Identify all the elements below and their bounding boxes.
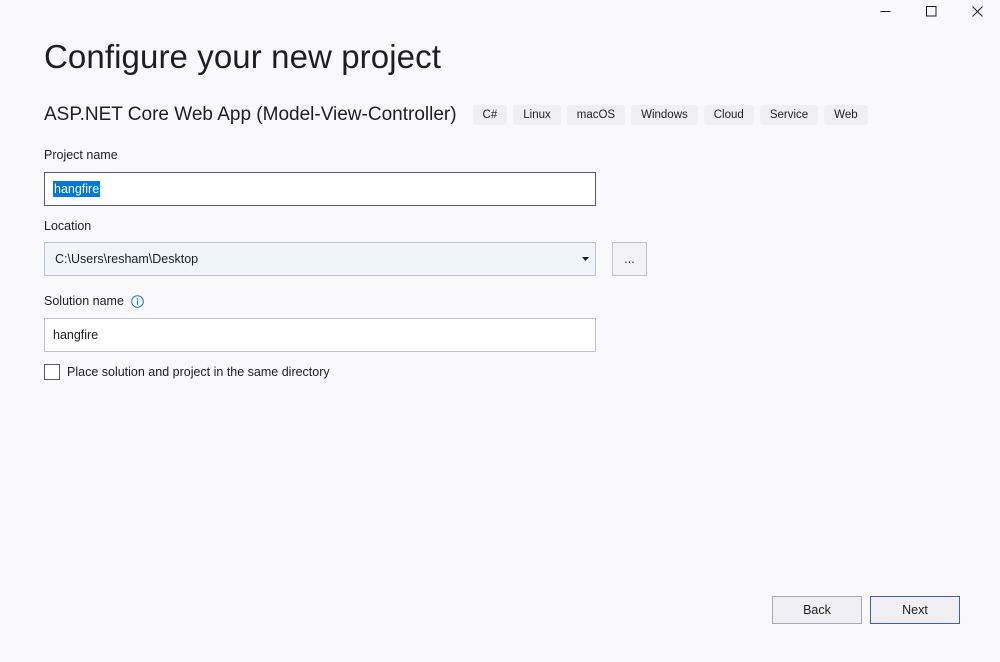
tag-csharp: C# xyxy=(472,105,508,125)
template-header: ASP.NET Core Web App (Model-View-Control… xyxy=(44,104,868,126)
configure-project-window: Configure your new project ASP.NET Core … xyxy=(0,0,1000,662)
back-button[interactable]: Back xyxy=(772,596,862,624)
window-controls xyxy=(862,0,1000,22)
browse-button[interactable]: ... xyxy=(612,242,647,276)
location-combobox[interactable]: C:\Users\resham\Desktop xyxy=(44,242,596,276)
minimize-button[interactable] xyxy=(862,0,908,22)
location-value: C:\Users\resham\Desktop xyxy=(55,252,199,266)
location-label: Location xyxy=(44,219,91,233)
maximize-icon xyxy=(925,5,936,16)
solution-name-label: Solution name xyxy=(44,294,144,308)
chevron-down-icon[interactable] xyxy=(582,257,589,261)
tag-service: Service xyxy=(759,105,819,125)
tag-cloud: Cloud xyxy=(703,105,754,125)
tag-macos: macOS xyxy=(566,105,626,125)
same-directory-option[interactable]: Place solution and project in the same d… xyxy=(44,364,330,380)
project-name-value: hangfire xyxy=(53,181,101,197)
same-directory-label: Place solution and project in the same d… xyxy=(67,365,330,379)
template-tags: C# Linux macOS Windows Cloud Service Web xyxy=(472,105,868,125)
project-name-label-text: Project name xyxy=(44,148,118,162)
solution-name-label-text: Solution name xyxy=(44,294,124,308)
solution-name-input[interactable]: hangfire xyxy=(44,318,596,352)
close-icon xyxy=(971,5,983,17)
info-icon[interactable] xyxy=(131,294,144,308)
next-button[interactable]: Next xyxy=(870,596,960,624)
same-directory-checkbox[interactable] xyxy=(44,364,60,380)
tag-windows: Windows xyxy=(631,105,698,125)
close-button[interactable] xyxy=(954,0,1000,22)
minimize-icon xyxy=(880,10,890,12)
project-name-label: Project name xyxy=(44,148,118,162)
tag-linux: Linux xyxy=(513,105,561,125)
tag-web: Web xyxy=(824,105,868,125)
template-name: ASP.NET Core Web App (Model-View-Control… xyxy=(44,104,457,125)
maximize-button[interactable] xyxy=(908,0,954,22)
location-label-text: Location xyxy=(44,219,92,233)
project-name-input[interactable]: hangfire xyxy=(44,172,596,206)
solution-name-value: hangfire xyxy=(53,328,99,342)
page-title: Configure your new project xyxy=(44,38,441,75)
